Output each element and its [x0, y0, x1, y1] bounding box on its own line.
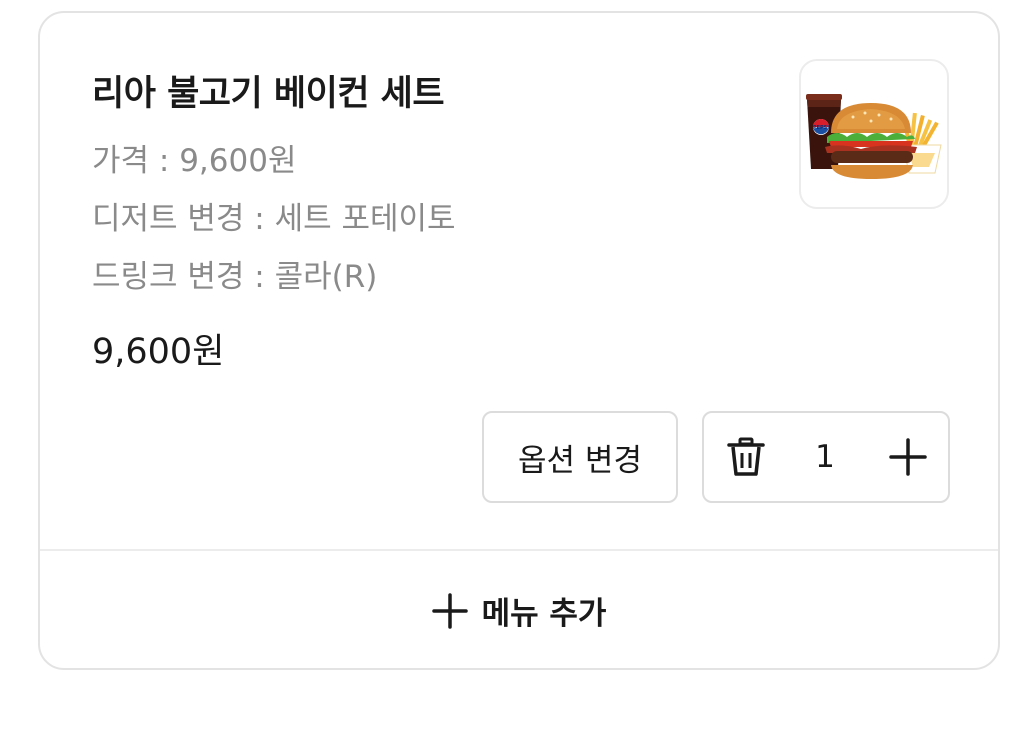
burger-set-image: PEPSI — [806, 94, 942, 179]
add-menu-label: 메뉴 추가 — [481, 596, 607, 632]
quantity-value: 1 — [815, 439, 835, 475]
item-name: 리아 불고기 베이컨 세트 — [92, 74, 445, 114]
change-options-button[interactable]: 옵션 변경 — [482, 411, 678, 503]
svg-text:PEPSI: PEPSI — [813, 125, 829, 131]
add-menu-button[interactable]: 메뉴 추가 — [40, 551, 998, 668]
plus-icon — [431, 592, 468, 629]
item-price-detail: 가격 : 9,600원 — [92, 143, 297, 179]
quantity-stepper: 1 — [702, 411, 950, 503]
item-drink-option: 드링크 변경 : 콜라(R) — [92, 259, 378, 295]
item-thumbnail: PEPSI — [799, 59, 949, 209]
item-dessert-option: 디저트 변경 : 세트 포테이토 — [92, 201, 456, 237]
trash-icon[interactable] — [722, 433, 770, 481]
increment-plus-icon[interactable] — [884, 433, 932, 481]
item-total-price: 9,600원 — [92, 332, 225, 372]
cart-item-card: 리아 불고기 베이컨 세트 가격 : 9,600원 디저트 변경 : 세트 포테… — [38, 11, 1000, 670]
